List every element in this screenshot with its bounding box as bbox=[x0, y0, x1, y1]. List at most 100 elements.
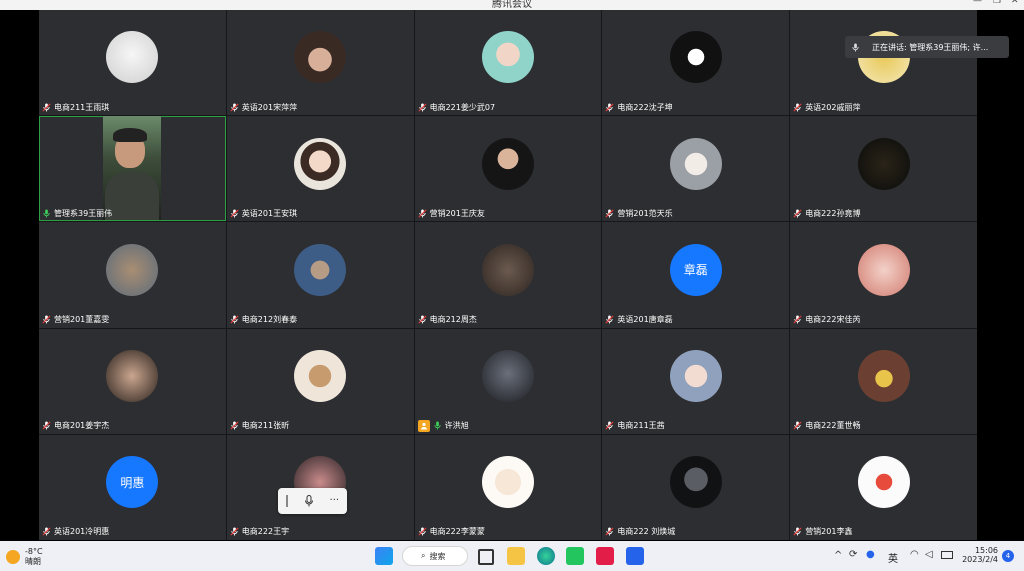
mic-off-icon bbox=[230, 527, 239, 537]
participant-tile[interactable]: 英语201宋萍萍 bbox=[226, 10, 414, 116]
participant-tile[interactable]: 营销201董嘉雯 bbox=[39, 222, 226, 328]
ime-indicator[interactable]: 英 bbox=[888, 550, 898, 565]
mic-off-icon bbox=[42, 103, 51, 112]
participant-name: 电商222孙竟博 bbox=[805, 208, 861, 218]
avatar bbox=[481, 243, 534, 296]
mic-icon[interactable] bbox=[304, 495, 314, 507]
floating-control-bar[interactable]: ··· bbox=[278, 488, 347, 514]
wifi-icon[interactable]: ◠ bbox=[910, 549, 919, 560]
participant-name: 电商212刘春泰 bbox=[241, 315, 298, 325]
close-icon[interactable]: ✕ bbox=[1011, 0, 1019, 6]
participant-name-label: 电商221姜少武07 bbox=[418, 101, 495, 113]
participant-tile[interactable]: 电商222孙竟博 bbox=[790, 116, 977, 222]
participant-name-label: 电商222王宇 bbox=[230, 526, 289, 538]
more-icon[interactable]: ··· bbox=[330, 496, 340, 506]
participant-name: 电商212周杰 bbox=[429, 315, 477, 325]
battery-icon[interactable] bbox=[941, 551, 953, 559]
windows-start-icon[interactable] bbox=[375, 547, 393, 565]
participant-name-label: 电商212刘春泰 bbox=[230, 314, 297, 326]
participant-name-label: 电商222宋佳芮 bbox=[793, 314, 860, 326]
minimize-icon[interactable]: — bbox=[973, 0, 982, 6]
participant-name: 电商221姜少武07 bbox=[429, 102, 496, 112]
participant-name: 电商222宋佳芮 bbox=[805, 315, 861, 325]
edge-browser-icon[interactable] bbox=[537, 547, 555, 565]
host-badge-icon bbox=[417, 419, 430, 432]
mic-off-icon bbox=[793, 103, 802, 112]
weather-widget[interactable]: -8°C 晴朗 bbox=[6, 547, 43, 567]
participant-name: 电商211王雨琪 bbox=[54, 102, 110, 112]
avatar bbox=[294, 31, 347, 84]
participant-tile[interactable]: 电商222 刘焕城 bbox=[602, 434, 790, 540]
restore-icon[interactable]: ❐ bbox=[993, 0, 1001, 6]
participant-tile[interactable]: 电商222宋佳芮 bbox=[790, 222, 977, 328]
mic-off-icon bbox=[42, 315, 51, 324]
file-explorer-icon[interactable] bbox=[507, 547, 525, 565]
participant-tile[interactable]: 许洪旭 bbox=[414, 328, 602, 434]
wps-icon[interactable] bbox=[596, 547, 614, 565]
participant-name-label: 电商222孙竟博 bbox=[793, 207, 860, 219]
participant-tile[interactable]: 营销201范天乐 bbox=[602, 116, 790, 222]
participant-tile[interactable]: 章磊 英语201唐章磊 bbox=[602, 222, 790, 328]
clock-date: 2023/2/4 bbox=[962, 555, 998, 564]
mic-off-icon bbox=[418, 103, 427, 112]
participant-name-label: 英语201宋萍萍 bbox=[230, 101, 297, 113]
participant-name: 许洪旭 bbox=[444, 421, 469, 431]
mic-off-icon bbox=[418, 527, 427, 537]
participant-name: 电商222王宇 bbox=[241, 527, 290, 537]
participant-tile[interactable]: 英语201王安琪 bbox=[226, 116, 414, 222]
clock[interactable]: 15:06 2023/2/4 bbox=[962, 546, 998, 564]
participant-tile[interactable]: 管理系39王丽伟 bbox=[39, 116, 226, 222]
participant-name: 电商201姜宇杰 bbox=[54, 421, 110, 431]
sync-icon[interactable]: ⟳ bbox=[849, 549, 857, 560]
avatar bbox=[106, 349, 159, 402]
avatar bbox=[669, 349, 722, 402]
participant-tile[interactable]: 电商211张昕 bbox=[226, 328, 414, 434]
participant-tile[interactable]: 电商212刘春泰 bbox=[226, 222, 414, 328]
participant-name: 电商211王茜 bbox=[617, 421, 665, 431]
participant-name-label: 电商211王雨琪 bbox=[42, 101, 109, 113]
avatar bbox=[669, 456, 722, 509]
participant-tile[interactable]: 电商211王雨琪 bbox=[39, 10, 226, 116]
mic-off-icon bbox=[230, 315, 239, 324]
participant-name-label: 英语202戚丽萍 bbox=[793, 101, 860, 113]
participant-tile[interactable]: 电商211王茜 bbox=[602, 328, 790, 434]
participant-name: 电商222李蒙蒙 bbox=[429, 527, 485, 537]
participant-name: 营销201李鑫 bbox=[805, 527, 853, 537]
mic-tray-icon[interactable]: ● bbox=[866, 549, 875, 560]
participant-tile[interactable]: 英语202戚丽萍 bbox=[790, 10, 977, 116]
notification-badge[interactable]: 4 bbox=[1002, 550, 1014, 562]
participant-tile[interactable]: 营销201王庆友 bbox=[414, 116, 602, 222]
tencent-meeting-icon[interactable] bbox=[626, 547, 644, 565]
wechat-icon[interactable] bbox=[566, 547, 584, 565]
participant-tile[interactable]: 营销201李鑫 bbox=[790, 434, 977, 540]
chevron-up-icon[interactable]: ^ bbox=[834, 550, 842, 561]
participant-name: 电商222董世畅 bbox=[805, 421, 861, 431]
participant-name: 英语202戚丽萍 bbox=[805, 102, 861, 112]
avatar bbox=[857, 243, 910, 296]
weather-text: 晴朗 bbox=[25, 557, 41, 566]
participant-tile[interactable]: 电商222董世畅 bbox=[790, 328, 977, 434]
mic-off-icon bbox=[793, 315, 802, 324]
avatar: 章磊 bbox=[669, 243, 722, 296]
participant-name: 英语201王安琪 bbox=[241, 208, 298, 218]
participant-name: 管理系39王丽伟 bbox=[54, 208, 113, 218]
drag-handle[interactable] bbox=[285, 495, 288, 507]
volume-icon[interactable]: ◁ bbox=[925, 549, 933, 560]
window-title: 腾讯会议 bbox=[492, 0, 532, 10]
participant-tile[interactable]: 电商221姜少武07 bbox=[414, 10, 602, 116]
participant-tile[interactable]: 电商201姜宇杰 bbox=[39, 328, 226, 434]
mic-off-icon bbox=[42, 421, 51, 430]
participant-tile[interactable]: 电商212周杰 bbox=[414, 222, 602, 328]
task-view-icon[interactable] bbox=[478, 549, 494, 565]
avatar bbox=[481, 31, 534, 84]
taskbar-search[interactable]: ⌕ 搜索 bbox=[402, 546, 468, 566]
mic-off-icon bbox=[418, 209, 427, 218]
mic-off-icon bbox=[605, 421, 614, 430]
participant-name-label: 管理系39王丽伟 bbox=[42, 207, 112, 219]
participant-tile[interactable]: 明惠 英语201冷明惠 bbox=[39, 434, 226, 540]
participant-name-label: 电商222李蒙蒙 bbox=[418, 526, 485, 538]
mic-off-icon bbox=[230, 103, 239, 112]
participant-tile[interactable]: 电商222李蒙蒙 bbox=[414, 434, 602, 540]
avatar bbox=[106, 243, 159, 296]
participant-tile[interactable]: 电商222沈子坤 bbox=[602, 10, 790, 116]
